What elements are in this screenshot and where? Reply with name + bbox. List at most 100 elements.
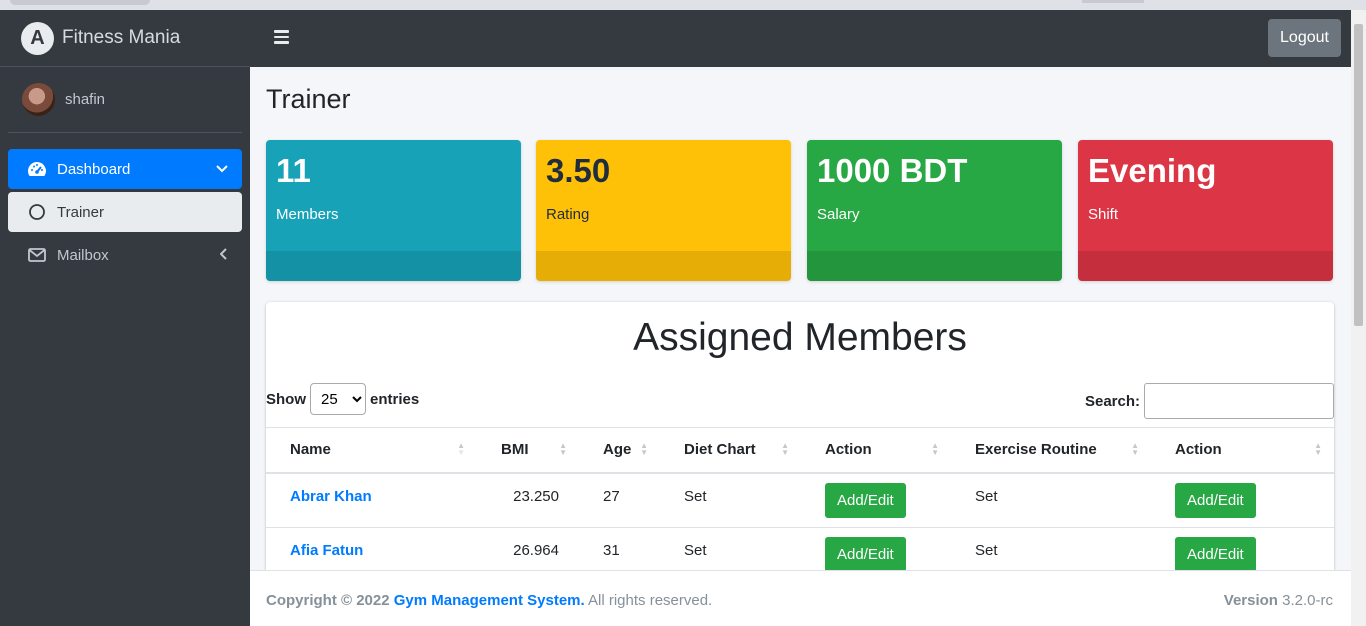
version-label: Version — [1223, 592, 1278, 609]
browser-tab-strip — [0, 0, 1366, 10]
copyright-prefix: Copyright © 2022 — [266, 592, 390, 609]
member-name-link[interactable]: Afia Fatun — [290, 542, 363, 559]
sidebar-item-mailbox[interactable]: Mailbox — [8, 235, 242, 275]
column-header-diet-action[interactable]: Action ▲ ▼ — [801, 427, 951, 474]
sidebar-item-label: Dashboard — [57, 160, 131, 178]
cell-exercise-routine: Set — [951, 527, 1151, 570]
company-link[interactable]: Gym Management System. — [394, 592, 585, 609]
table-search: Search: — [1085, 383, 1334, 419]
rights-text: All rights reserved. — [588, 592, 713, 609]
stat-boxes: 11 Members 3.50 Rating 1000 BDT Salary E… — [266, 140, 1334, 281]
sort-icon: ▲ ▼ — [457, 441, 465, 457]
member-name-link[interactable]: Abrar Khan — [290, 488, 372, 505]
assigned-members-card: Assigned Members Show 25 entries Search:… — [266, 302, 1334, 570]
tachometer-icon — [27, 160, 47, 178]
sidebar-item-trainer[interactable]: Trainer — [8, 192, 242, 232]
cell-exercise-action: Add/Edit — [1151, 472, 1334, 528]
column-header-exercise-routine[interactable]: Exercise Routine ▲ ▼ — [951, 427, 1151, 474]
brand-logo-icon: A — [21, 21, 54, 55]
stat-box-footer[interactable] — [266, 251, 521, 281]
stat-box-footer[interactable] — [807, 251, 1062, 281]
browser-tab[interactable] — [10, 0, 150, 5]
copyright-text: Copyright © 2022 Gym Management System. … — [266, 592, 712, 609]
avatar — [22, 83, 55, 116]
user-name[interactable]: shafin — [65, 91, 105, 108]
cell-diet-chart: Set — [660, 527, 801, 570]
circle-icon — [27, 203, 47, 221]
stat-box-members: 11 Members — [266, 140, 521, 281]
stat-box-footer[interactable] — [536, 251, 791, 281]
browser-tab[interactable] — [1082, 0, 1144, 3]
stat-box-salary: 1000 BDT Salary — [807, 140, 1062, 281]
sidebar-nav: Dashboard Trainer Mailbox — [0, 133, 250, 275]
cell-exercise-routine: Set — [951, 472, 1151, 528]
page-scrollbar[interactable] — [1351, 10, 1366, 626]
exercise-add-edit-button[interactable]: Add/Edit — [1175, 537, 1256, 570]
cell-name: Afia Fatun — [266, 527, 477, 570]
chevron-left-icon — [219, 247, 228, 263]
sidebar: A Fitness Mania shafin Dashboard Trainer — [0, 10, 250, 626]
cell-diet-action: Add/Edit — [801, 527, 951, 570]
stat-value: 1000 BDT — [817, 152, 968, 189]
sidebar-item-dashboard[interactable]: Dashboard — [8, 149, 242, 189]
page-title: Trainer — [266, 84, 351, 114]
diet-add-edit-button[interactable]: Add/Edit — [825, 482, 906, 518]
search-label: Search: — [1084, 392, 1140, 410]
search-input[interactable] — [1144, 383, 1334, 419]
stat-value: Evening — [1088, 152, 1217, 189]
envelope-icon — [27, 248, 47, 262]
sort-icon: ▲ ▼ — [931, 441, 939, 457]
sidebar-item-label: Trainer — [57, 203, 104, 221]
brand-link[interactable]: A Fitness Mania — [0, 10, 250, 67]
sort-icon: ▲ ▼ — [781, 441, 789, 457]
show-entries-control: Show 25 entries — [266, 383, 419, 415]
stat-caption: Rating — [546, 206, 590, 223]
cell-name: Abrar Khan — [266, 472, 477, 528]
chevron-down-icon — [216, 162, 228, 176]
entries-select[interactable]: 25 — [310, 383, 366, 415]
column-header-exercise-action[interactable]: Action ▲ ▼ — [1151, 427, 1334, 474]
page-footer: Copyright © 2022 Gym Management System. … — [250, 570, 1351, 626]
stat-value: 11 — [276, 152, 311, 189]
sort-icon: ▲ ▼ — [559, 441, 567, 457]
cell-age: 31 — [579, 527, 660, 570]
sort-icon: ▲ ▼ — [1314, 441, 1322, 457]
card-title: Assigned Members — [633, 316, 967, 359]
table-row: Abrar Khan 23.250 27 Set Add/Edit Set Ad… — [266, 472, 1334, 528]
stat-box-rating: 3.50 Rating — [536, 140, 791, 281]
stat-caption: Members — [276, 206, 339, 223]
cell-bmi: 23.250 — [477, 472, 579, 528]
show-label: Show — [266, 390, 306, 408]
column-header-age[interactable]: Age ▲ ▼ — [579, 427, 660, 474]
version-info: Version 3.2.0-rc — [1224, 592, 1333, 609]
user-panel[interactable]: shafin — [8, 67, 242, 133]
version-value: 3.2.0-rc — [1282, 592, 1333, 609]
top-navbar: Logout — [250, 10, 1351, 67]
entries-label: entries — [370, 390, 420, 408]
stat-box-footer[interactable] — [1078, 251, 1333, 281]
column-header-diet-chart[interactable]: Diet Chart ▲ ▼ — [660, 427, 801, 474]
cell-diet-action: Add/Edit — [801, 472, 951, 528]
stat-caption: Shift — [1088, 206, 1119, 223]
table-row: Afia Fatun 26.964 31 Set Add/Edit Set Ad… — [266, 527, 1334, 570]
table-header-row: Name ▲ ▼ BMI ▲ ▼ Age ▲ ▼ Diet Chart ▲ ▼ Action ▲ ▼… — [266, 427, 1334, 474]
hamburger-menu-icon[interactable] — [274, 30, 289, 44]
cell-bmi: 26.964 — [477, 527, 579, 570]
cell-age: 27 — [579, 472, 660, 528]
logout-button[interactable]: Logout — [1268, 19, 1341, 57]
column-header-bmi[interactable]: BMI ▲ ▼ — [477, 427, 579, 474]
column-header-name[interactable]: Name ▲ ▼ — [266, 427, 477, 474]
members-table: Name ▲ ▼ BMI ▲ ▼ Age ▲ ▼ Diet Chart ▲ ▼ Action ▲ ▼… — [266, 427, 1334, 570]
scrollbar-thumb[interactable] — [1354, 24, 1363, 326]
brand-text: Fitness Mania — [62, 27, 181, 48]
stat-box-shift: Evening Shift — [1078, 140, 1333, 281]
stat-caption: Salary — [817, 206, 860, 223]
sidebar-item-label: Mailbox — [57, 246, 109, 264]
diet-add-edit-button[interactable]: Add/Edit — [825, 537, 906, 570]
stat-value: 3.50 — [546, 152, 611, 189]
exercise-add-edit-button[interactable]: Add/Edit — [1175, 482, 1256, 518]
sort-icon: ▲ ▼ — [640, 441, 648, 457]
cell-diet-chart: Set — [660, 472, 801, 528]
content-wrapper: Trainer 11 Members 3.50 Rating 1000 BDT … — [250, 67, 1351, 570]
cell-exercise-action: Add/Edit — [1151, 527, 1334, 570]
